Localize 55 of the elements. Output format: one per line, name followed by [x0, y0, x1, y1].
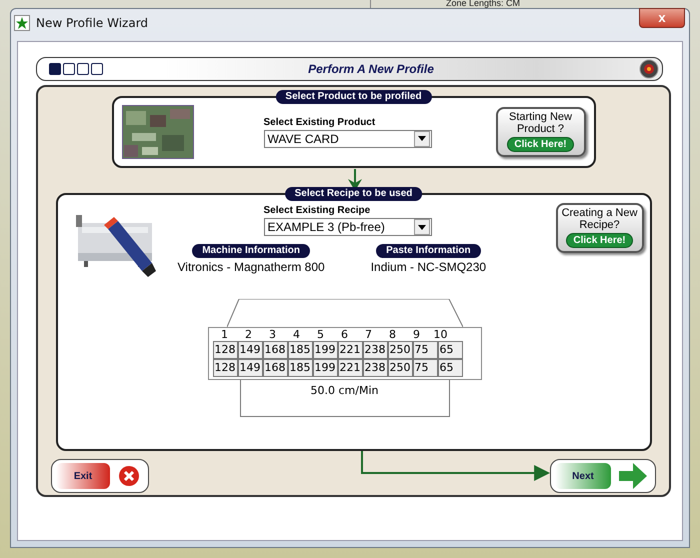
zone-number: 8 [388, 328, 397, 341]
table-cell: 168 [262, 359, 288, 377]
dropdown-arrow-icon [418, 224, 426, 230]
recipe-dropdown[interactable]: EXAMPLE 3 (Pb-free) [264, 218, 432, 236]
zone-number: 4 [292, 328, 301, 341]
table-cell: 250 [388, 341, 412, 359]
click-here-button[interactable]: Click Here! [507, 137, 574, 152]
record-icon[interactable] [639, 59, 659, 79]
close-icon[interactable] [118, 465, 140, 487]
click-here-button[interactable]: Click Here! [566, 233, 633, 248]
zone-number: 7 [364, 328, 373, 341]
table-cell: 65 [438, 359, 462, 377]
table-cell: 238 [362, 359, 388, 377]
new-recipe-prompt: Creating a New Recipe? [560, 207, 638, 231]
app-icon [14, 15, 30, 31]
right-arrow-icon[interactable] [619, 463, 647, 489]
zone-number: 5 [316, 328, 325, 341]
table-cell: 250 [388, 359, 412, 377]
table-cell: 128 [212, 359, 238, 377]
zone-number: 1 [220, 328, 229, 341]
product-dropdown[interactable]: WAVE CARD [264, 130, 432, 148]
exit-button[interactable]: Exit [56, 463, 110, 489]
paste-name: Indium - NC-SMQ230 [370, 260, 486, 274]
section-heading: Select Recipe to be used [284, 187, 422, 201]
table-cell: 75 [412, 341, 438, 359]
dropdown-arrow-icon [418, 136, 426, 141]
table-cell: 185 [288, 359, 312, 377]
machine-name: Vitronics - Magnatherm 800 [178, 260, 325, 274]
table-cell: 65 [438, 341, 462, 359]
table-cell: 185 [288, 341, 312, 359]
zone-number: 2 [244, 328, 253, 341]
table-cell: 128 [212, 341, 238, 359]
zone-number: 10 [432, 328, 448, 341]
table-cell: 149 [238, 341, 262, 359]
next-button[interactable]: Next [555, 463, 611, 489]
table-cell: 149 [238, 359, 262, 377]
table-cell: 199 [312, 341, 338, 359]
zone-number: 6 [340, 328, 349, 341]
zone-number: 3 [268, 328, 277, 341]
new-product-prompt: Starting New Product ? [508, 111, 573, 135]
table-cell: 199 [312, 359, 338, 377]
table-cell: 221 [338, 341, 362, 359]
wizard-title: Perform A New Profile [307, 62, 435, 76]
window-title: New Profile Wizard [36, 16, 150, 30]
table-cell: 168 [262, 341, 288, 359]
table-cell: 221 [338, 359, 362, 377]
conveyor-speed: 50.0 cm/Min [310, 384, 378, 397]
field-label: Select Existing Product [264, 116, 376, 128]
section-heading: Select Product to be profiled [275, 90, 432, 104]
zone-number: 9 [412, 328, 421, 341]
table-cell: 238 [362, 341, 388, 359]
info-heading: Machine Information [192, 244, 310, 258]
table-cell: 75 [412, 359, 438, 377]
field-label: Select Existing Recipe [264, 205, 372, 216]
info-heading: Paste Information [376, 244, 481, 258]
